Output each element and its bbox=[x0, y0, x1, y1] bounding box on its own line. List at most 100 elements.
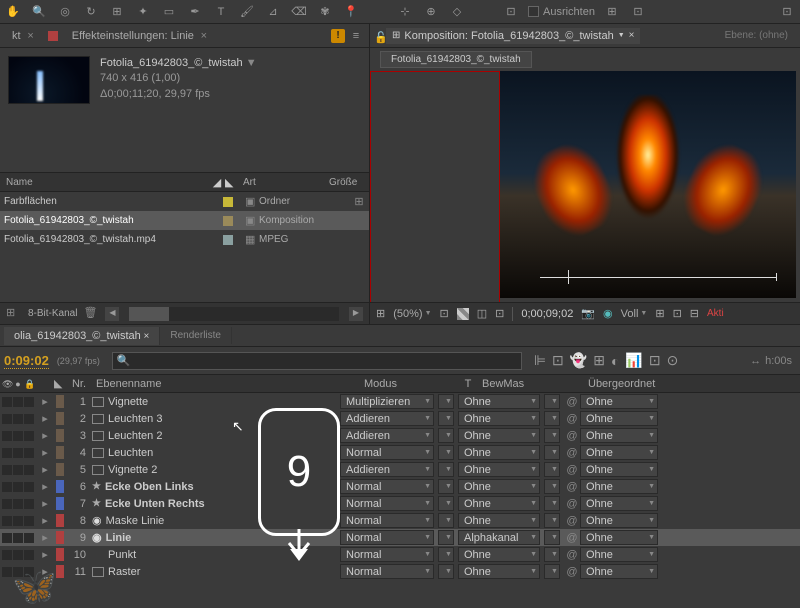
layer-row[interactable]: ▸ 8 ◉Maske Linie Normal▼ ▼ Ohne▼ ▼ @ Ohn… bbox=[0, 512, 800, 529]
auto-key-icon[interactable]: ⊙ bbox=[667, 352, 679, 369]
visibility-toggle[interactable] bbox=[2, 431, 12, 441]
lock-toggle[interactable] bbox=[24, 431, 34, 441]
collapse-icon[interactable]: ⊡ bbox=[629, 3, 647, 21]
blend-mode-dropdown[interactable]: Multiplizieren▼ bbox=[340, 394, 434, 409]
solo-toggle[interactable] bbox=[13, 550, 23, 560]
layer-label[interactable] bbox=[56, 497, 64, 510]
timecode-display[interactable]: 0;00;09;02 bbox=[521, 308, 573, 320]
zoom-dropdown[interactable]: (50%)▼ bbox=[393, 308, 431, 320]
blend-mode-dropdown[interactable]: Normal▼ bbox=[340, 496, 434, 511]
preserve-transparency-dropdown[interactable]: ▼ bbox=[438, 513, 454, 528]
orbit-tool-icon[interactable]: ◎ bbox=[56, 3, 74, 21]
pen-tool-icon[interactable]: ✒ bbox=[186, 3, 204, 21]
label-swatch[interactable] bbox=[223, 197, 233, 207]
preserve-transparency-dropdown[interactable]: ▼ bbox=[438, 411, 454, 426]
expand-icon[interactable]: ▸ bbox=[36, 514, 54, 527]
label-swatch[interactable] bbox=[223, 216, 233, 226]
project-item[interactable]: Fotolia_61942803_©_twistah▣ Komposition bbox=[0, 211, 369, 230]
track-matte-dropdown[interactable]: Ohne▼ bbox=[458, 496, 540, 511]
mask-icon[interactable]: ◫ bbox=[477, 307, 487, 320]
track-matte-dropdown[interactable]: Ohne▼ bbox=[458, 394, 540, 409]
parent-dropdown[interactable]: Ohne▼ bbox=[580, 462, 658, 477]
col-t[interactable]: T bbox=[458, 378, 478, 390]
render-queue-tab[interactable]: Renderliste bbox=[160, 327, 232, 344]
comp-mini-icon[interactable]: ⊫ bbox=[534, 352, 546, 369]
solo-toggle[interactable] bbox=[13, 499, 23, 509]
camera-tool-icon[interactable]: ⊞ bbox=[108, 3, 126, 21]
solo-toggle[interactable] bbox=[13, 448, 23, 458]
delete-icon[interactable]: 🗑 bbox=[83, 306, 99, 322]
layer-label[interactable] bbox=[56, 429, 64, 442]
layer-label[interactable] bbox=[56, 395, 64, 408]
blend-mode-dropdown[interactable]: Addieren▼ bbox=[340, 428, 434, 443]
preserve-transparency-dropdown[interactable]: ▼ bbox=[438, 564, 454, 579]
frame-blend-icon[interactable]: ⊞ bbox=[593, 352, 605, 369]
track-matte-dropdown[interactable]: Ohne▼ bbox=[458, 479, 540, 494]
track-matte-type[interactable]: ▼ bbox=[544, 394, 560, 409]
layer-name[interactable]: Raster bbox=[92, 566, 340, 578]
pickwhip-icon[interactable]: @ bbox=[564, 566, 580, 578]
col-label-icon[interactable]: ◢ bbox=[209, 176, 225, 189]
layer-row[interactable]: ▸ 10 Punkt Normal▼ ▼ Ohne▼ ▼ @ Ohne▼ bbox=[0, 546, 800, 563]
layer-name[interactable]: Vignette 2 bbox=[92, 464, 340, 476]
blend-mode-dropdown[interactable]: Normal▼ bbox=[340, 445, 434, 460]
parent-dropdown[interactable]: Ohne▼ bbox=[580, 496, 658, 511]
col-bw[interactable]: BewMas bbox=[478, 378, 584, 390]
comp-tab[interactable]: ⊞ Komposition: Fotolia_61942803_©_twista… bbox=[386, 28, 640, 44]
lock-toggle[interactable] bbox=[24, 397, 34, 407]
lock-toggle[interactable] bbox=[24, 533, 34, 543]
preserve-transparency-dropdown[interactable]: ▼ bbox=[438, 530, 454, 545]
expand-icon[interactable]: ▸ bbox=[36, 463, 54, 476]
view2-icon[interactable]: ⊡ bbox=[673, 307, 682, 320]
track-matte-dropdown[interactable]: Ohne▼ bbox=[458, 462, 540, 477]
layer-row[interactable]: ▸ 2 Leuchten 3 Addieren▼ ▼ Ohne▼ ▼ @ Ohn… bbox=[0, 410, 800, 427]
layer-row[interactable]: ▸ 9 ◉Linie Normal▼ ▼ Alphakanal▼ ▼ @ Ohn… bbox=[0, 529, 800, 546]
draft3d-icon[interactable]: ⊡ bbox=[552, 352, 564, 369]
pin-tool-icon[interactable]: 📍 bbox=[342, 3, 360, 21]
visibility-toggle[interactable] bbox=[2, 414, 12, 424]
pickwhip-icon[interactable]: @ bbox=[564, 447, 580, 459]
view-axis-icon[interactable]: ◇ bbox=[448, 3, 466, 21]
preserve-transparency-dropdown[interactable]: ▼ bbox=[438, 428, 454, 443]
rotate-tool-icon[interactable]: ↻ bbox=[82, 3, 100, 21]
col-size[interactable]: Größe bbox=[329, 177, 369, 188]
snap-options-icon[interactable]: ⊞ bbox=[603, 3, 621, 21]
preserve-transparency-dropdown[interactable]: ▼ bbox=[438, 394, 454, 409]
solo-toggle[interactable] bbox=[13, 465, 23, 475]
layer-row[interactable]: ▸ 7 ★Ecke Unten Rechts Normal▼ ▼ Ohne▼ ▼… bbox=[0, 495, 800, 512]
visibility-toggle[interactable] bbox=[2, 397, 12, 407]
comp-thumbnail[interactable] bbox=[8, 56, 90, 104]
solo-toggle[interactable] bbox=[13, 414, 23, 424]
track-matte-type[interactable]: ▼ bbox=[544, 530, 560, 545]
pickwhip-icon[interactable]: @ bbox=[564, 515, 580, 527]
track-matte-dropdown[interactable]: Alphakanal▼ bbox=[458, 530, 540, 545]
layer-row[interactable]: ▸ 4 Leuchten Normal▼ ▼ Ohne▼ ▼ @ Ohne▼ bbox=[0, 444, 800, 461]
col-name[interactable]: Ebenenname bbox=[92, 378, 360, 390]
preserve-transparency-dropdown[interactable]: ▼ bbox=[438, 547, 454, 562]
pickwhip-icon[interactable]: @ bbox=[564, 532, 580, 544]
resolution-dropdown[interactable]: Voll▼ bbox=[621, 308, 648, 320]
col-mode[interactable]: Modus bbox=[360, 378, 458, 390]
time-nav-icon[interactable]: ↔ bbox=[750, 355, 761, 367]
parent-dropdown[interactable]: Ohne▼ bbox=[580, 479, 658, 494]
layer-row[interactable]: ▸ 1 Vignette Multiplizieren▼ ▼ Ohne▼ ▼ @… bbox=[0, 393, 800, 410]
track-matte-type[interactable]: ▼ bbox=[544, 462, 560, 477]
track-matte-dropdown[interactable]: Ohne▼ bbox=[458, 428, 540, 443]
layer-name[interactable]: Leuchten 3 bbox=[92, 413, 340, 425]
timeline-comp-tab[interactable]: olia_61942803_©_twistah × bbox=[4, 327, 160, 345]
layer-label[interactable] bbox=[56, 463, 64, 476]
snapshot-icon[interactable]: 📷 bbox=[581, 307, 595, 320]
pickwhip-icon[interactable]: @ bbox=[564, 413, 580, 425]
used-dropdown-icon[interactable]: ▼ bbox=[246, 57, 257, 69]
track-matte-dropdown[interactable]: Ohne▼ bbox=[458, 411, 540, 426]
roto-tool-icon[interactable]: ✾ bbox=[316, 3, 334, 21]
layer-label[interactable] bbox=[56, 548, 64, 561]
h-scrollbar[interactable] bbox=[129, 307, 339, 321]
pickwhip-icon[interactable]: @ bbox=[564, 464, 580, 476]
layer-name[interactable]: ◉Maske Linie bbox=[92, 514, 340, 527]
track-matte-type[interactable]: ▼ bbox=[544, 564, 560, 579]
eraser-tool-icon[interactable]: ⌫ bbox=[290, 3, 308, 21]
motion-blur-icon[interactable]: ◐ bbox=[611, 353, 619, 369]
shape-tool-icon[interactable]: ▭ bbox=[160, 3, 178, 21]
blend-mode-dropdown[interactable]: Addieren▼ bbox=[340, 411, 434, 426]
